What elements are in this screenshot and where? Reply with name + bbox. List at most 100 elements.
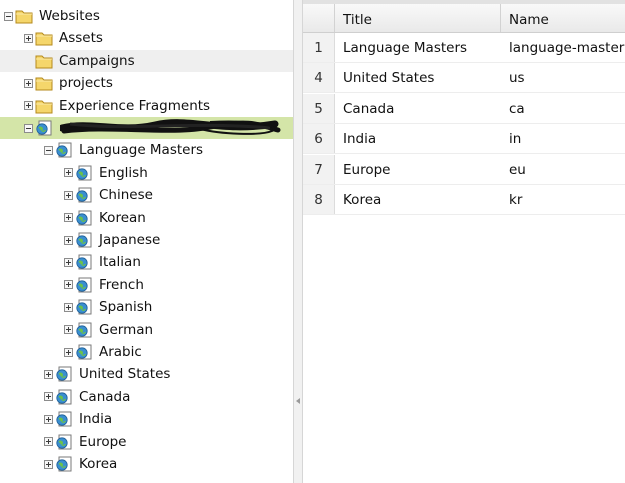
tree-node-label: French [99, 276, 144, 293]
tree-node-campaigns[interactable]: Campaigns [0, 49, 293, 72]
expand-icon[interactable] [44, 437, 53, 447]
tree-node-united-states[interactable]: United States [0, 363, 293, 385]
page-icon [75, 344, 93, 360]
tree-node-projects[interactable]: projects [0, 72, 293, 94]
collapse-arrow-icon[interactable] [296, 398, 300, 404]
page-icon [55, 456, 73, 472]
tree-node-french[interactable]: French [0, 274, 293, 296]
tree-node-arabic[interactable]: Arabic [0, 341, 293, 363]
tree-node-label: projects [59, 75, 113, 92]
tree-node-italian[interactable]: Italian [0, 251, 293, 273]
row-number-header [303, 4, 335, 32]
cell-title: Korea [343, 192, 382, 208]
page-icon [55, 142, 73, 158]
cell-title: Canada [343, 100, 395, 117]
tree-node-korean[interactable]: Korean [0, 207, 293, 229]
expand-icon[interactable] [64, 235, 73, 245]
expand-icon[interactable] [64, 302, 73, 312]
expand-icon[interactable] [44, 459, 53, 469]
tree-node-label: Chinese [99, 187, 153, 204]
expand-icon[interactable] [64, 280, 73, 290]
cell-title: United States [343, 70, 435, 87]
tree-node-english[interactable]: English [0, 162, 293, 184]
page-icon [75, 277, 93, 293]
folder-icon [15, 8, 33, 24]
expand-icon[interactable] [44, 414, 53, 424]
pages-grid: Title Name 1 Language Masters language-mas… [303, 0, 625, 483]
tree-node-german[interactable]: German [0, 319, 293, 341]
table-row[interactable]: 8 Korea kr [303, 185, 625, 215]
panel-splitter[interactable] [293, 0, 303, 483]
expand-icon[interactable] [64, 325, 73, 335]
table-row[interactable]: 1 Language Masters language-masters [303, 33, 625, 63]
tree-node-label: Language Masters [79, 142, 204, 159]
expand-icon[interactable] [44, 369, 53, 379]
row-number: 4 [303, 63, 335, 93]
table-row[interactable]: 4 United States us [303, 63, 625, 94]
page-icon [75, 299, 93, 315]
tree-node-assets[interactable]: Assets [0, 27, 293, 49]
tree-node-label: Korea [79, 456, 118, 472]
page-icon [55, 389, 73, 405]
tree-node-redacted-site[interactable] [0, 117, 293, 139]
column-header-name[interactable]: Name [501, 4, 625, 32]
tree-node-label: Assets [59, 30, 103, 47]
tree-node-websites[interactable]: Websites [0, 5, 293, 27]
expand-icon[interactable] [24, 33, 33, 43]
tree-node-label: Italian [99, 254, 141, 271]
tree-node-canada[interactable]: Canada [0, 386, 293, 408]
expand-icon[interactable] [64, 257, 73, 267]
table-row[interactable]: 7 Europe eu [303, 154, 625, 185]
expand-icon[interactable] [64, 213, 73, 223]
folder-icon [35, 75, 53, 91]
expand-icon[interactable] [64, 190, 73, 200]
expand-icon[interactable] [64, 168, 73, 178]
page-icon [75, 165, 93, 181]
expand-icon[interactable] [64, 347, 73, 357]
expand-icon[interactable] [44, 392, 53, 402]
redaction-scribble [60, 119, 281, 135]
row-number: 7 [303, 154, 335, 184]
folder-icon [35, 30, 53, 46]
cell-name: eu [509, 161, 526, 178]
collapse-icon[interactable] [24, 123, 33, 133]
tree-node-label: German [99, 321, 154, 338]
column-header-title[interactable]: Title [335, 4, 501, 32]
table-row[interactable]: 6 India in [303, 124, 625, 155]
tree-node-experience-fragments[interactable]: Experience Fragments [0, 95, 293, 117]
row-number: 1 [303, 33, 335, 62]
tree-node-korea[interactable]: Korea [0, 453, 293, 475]
cell-name: us [509, 70, 525, 87]
cell-name: language-masters [509, 40, 625, 56]
tree-node-label: Experience Fragments [59, 97, 211, 114]
collapse-icon[interactable] [44, 145, 53, 155]
tree-node-label: India [79, 411, 113, 428]
page-icon [75, 322, 93, 338]
expand-icon[interactable] [24, 101, 33, 111]
page-icon [75, 210, 93, 226]
folder-icon [35, 53, 53, 69]
page-icon [55, 411, 73, 427]
tree-node-europe[interactable]: Europe [0, 431, 293, 453]
tree-node-india[interactable]: India [0, 408, 293, 430]
tree-node-label: Websites [39, 8, 100, 24]
cell-title: Europe [343, 161, 391, 178]
tree-node-label: United States [79, 366, 171, 383]
page-icon [75, 254, 93, 270]
tree-node-japanese[interactable]: Japanese [0, 229, 293, 251]
cell-name: in [509, 131, 522, 148]
tree-node-label: Canada [79, 388, 131, 405]
page-icon [75, 232, 93, 248]
table-row[interactable]: 5 Canada ca [303, 93, 625, 124]
tree-node-language-masters[interactable]: Language Masters [0, 139, 293, 161]
page-icon [55, 366, 73, 382]
tree-node-spanish[interactable]: Spanish [0, 296, 293, 318]
collapse-icon[interactable] [4, 11, 13, 21]
tree-node-label: Campaigns [59, 52, 135, 69]
cell-title: Language Masters [343, 40, 468, 56]
row-number: 8 [303, 185, 335, 214]
tree-node-chinese[interactable]: Chinese [0, 184, 293, 206]
expand-icon[interactable] [24, 78, 33, 88]
row-number: 5 [303, 93, 335, 123]
cell-title: India [343, 131, 377, 148]
